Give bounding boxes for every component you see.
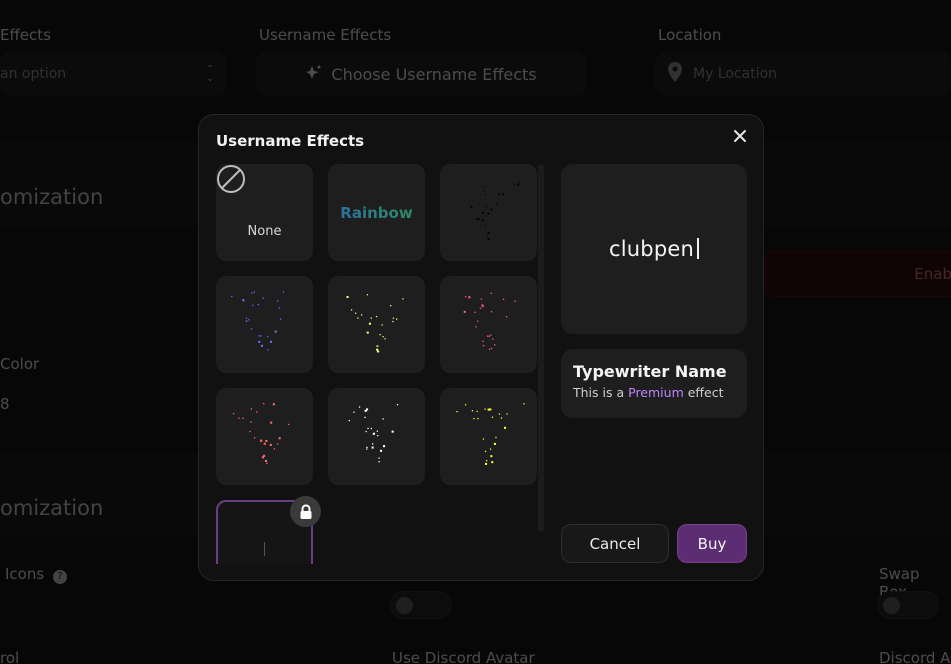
sparkle-scatter-icon (463, 292, 516, 350)
effect-preview: clubpen (561, 164, 747, 334)
effect-desc-prefix: This is a (573, 385, 625, 400)
preview-username: clubpen (609, 237, 699, 261)
sparkle-scatter-icon (231, 291, 285, 351)
effect-tile-rainbow-label: Rainbow (328, 204, 425, 222)
preview-username-text: clubpen (609, 237, 694, 261)
premium-label: Premium (628, 385, 684, 400)
effect-tile-sparkle-yellowgreen[interactable] (328, 276, 425, 373)
effect-tile-sparkle-black[interactable] (440, 164, 537, 261)
effect-tile-sparkle-yellow[interactable] (440, 388, 537, 485)
sparkle-scatter-icon (456, 403, 525, 465)
grid-scrollbar[interactable] (538, 164, 544, 532)
preview-caret (696, 238, 699, 259)
none-icon (217, 165, 245, 193)
effect-tile-sparkle-blue[interactable] (216, 276, 313, 373)
modal-title: Username Effects (216, 132, 365, 150)
effect-name: Typewriter Name (573, 362, 727, 381)
effect-tile-none-label: None (247, 224, 282, 239)
username-effects-modal: Username Effects None Rainbow clubpen Ty… (198, 114, 764, 581)
sparkle-scatter-icon (346, 294, 404, 353)
cancel-button[interactable]: Cancel (561, 524, 669, 563)
sparkle-scatter-icon (348, 404, 399, 463)
effects-grid: None Rainbow (216, 164, 538, 564)
sparkle-scatter-icon (470, 182, 521, 241)
effect-tile-sparkle-pink[interactable] (440, 276, 537, 373)
close-icon[interactable] (730, 126, 750, 146)
buy-button[interactable]: Buy (677, 524, 747, 563)
effect-tile-sparkle-white[interactable] (328, 388, 425, 485)
sparkle-scatter-icon (232, 403, 290, 464)
effect-tile-none[interactable]: None (216, 164, 313, 261)
effect-tile-sparkle-red[interactable] (216, 388, 313, 485)
effect-tile-rainbow[interactable]: Rainbow (328, 164, 425, 261)
lock-icon (290, 496, 321, 527)
typewriter-caret (264, 542, 265, 556)
effect-description: This is a Premium effect (573, 385, 735, 400)
effect-desc-suffix: effect (687, 385, 724, 400)
effect-info: Typewriter Name This is a Premium effect (561, 349, 747, 418)
